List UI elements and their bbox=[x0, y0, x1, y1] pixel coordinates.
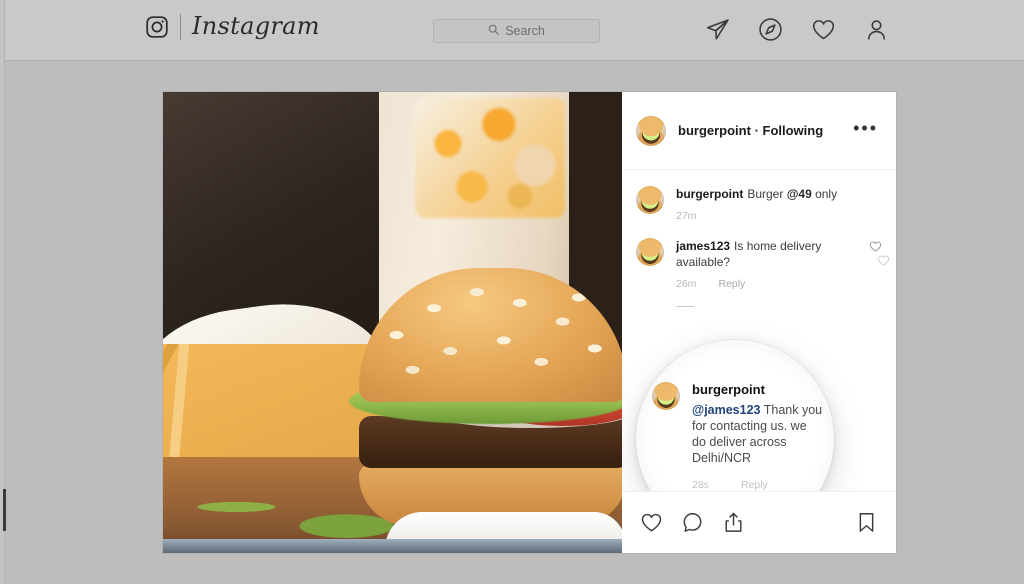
post-side-panel: burgerpoint · Following ••• burgerpoint B… bbox=[622, 92, 896, 553]
heart-icon[interactable] bbox=[877, 254, 890, 272]
magnifier-spotlight: burgerpoint @james123 Thank you for cont… bbox=[636, 340, 834, 491]
highlighted-reply-timestamp: 28s bbox=[692, 479, 709, 491]
profile-person-icon[interactable] bbox=[864, 17, 889, 42]
comment-username[interactable]: james123 bbox=[676, 239, 730, 253]
comment-bubble-icon[interactable] bbox=[681, 511, 704, 534]
comment-body: james123 Is home delivery available? 26m … bbox=[676, 238, 863, 290]
caption-text-after: only bbox=[811, 187, 838, 201]
following-label[interactable]: · Following bbox=[755, 123, 824, 138]
like-button[interactable] bbox=[640, 511, 663, 534]
comment-meta: 26m Reply bbox=[676, 278, 863, 290]
comment-text: james123 Is home delivery available? bbox=[676, 238, 863, 270]
caption-text-before: Burger bbox=[747, 187, 787, 201]
page-scrollbar-thumb[interactable] bbox=[3, 489, 6, 531]
search-icon bbox=[488, 22, 500, 40]
caption-text: burgerpoint Burger @49 only bbox=[676, 186, 882, 202]
caption-body: burgerpoint Burger @49 only 27m bbox=[676, 186, 882, 222]
instagram-page: Instagram Search burgerpoint · Following… bbox=[0, 0, 1024, 584]
brand-divider bbox=[180, 14, 181, 40]
post-action-bar bbox=[622, 491, 896, 553]
highlighted-reply-reply-button[interactable]: Reply bbox=[741, 479, 768, 491]
post-author-username[interactable]: burgerpoint bbox=[678, 123, 751, 138]
bookmark-icon[interactable] bbox=[855, 511, 878, 534]
thread-divider bbox=[676, 306, 694, 307]
post-image[interactable] bbox=[163, 92, 622, 553]
highlighted-reply: burgerpoint @james123 Thank you for cont… bbox=[652, 382, 824, 491]
avatar[interactable] bbox=[652, 382, 680, 410]
highlighted-reply-meta: 28s Reply bbox=[692, 479, 824, 491]
top-navigation-bar: Instagram Search bbox=[5, 0, 1024, 61]
activity-heart-icon[interactable] bbox=[811, 17, 836, 42]
nav-icon-group bbox=[705, 17, 889, 42]
caption-mention[interactable]: @49 bbox=[787, 187, 812, 201]
post-author-names: burgerpoint · Following bbox=[678, 123, 849, 138]
avatar[interactable] bbox=[636, 115, 666, 146]
caption-username[interactable]: burgerpoint bbox=[676, 187, 743, 201]
post-caption: burgerpoint Burger @49 only 27m bbox=[636, 186, 882, 222]
highlighted-reply-body: burgerpoint @james123 Thank you for cont… bbox=[692, 382, 824, 491]
explore-compass-icon[interactable] bbox=[758, 17, 783, 42]
instagram-camera-icon bbox=[145, 15, 169, 39]
post-options-button[interactable]: ••• bbox=[849, 119, 882, 139]
comment-reply-button[interactable]: Reply bbox=[718, 278, 745, 290]
photo-tray-edge bbox=[163, 539, 622, 553]
comments-list: burgerpoint Burger @49 only 27m james123 I… bbox=[622, 170, 896, 491]
instagram-wordmark: Instagram bbox=[192, 12, 320, 40]
list-item: james123 Is home delivery available? 26m … bbox=[636, 238, 882, 290]
highlighted-reply-mention[interactable]: @james123 bbox=[692, 403, 761, 417]
caption-meta: 27m bbox=[676, 210, 882, 222]
search-placeholder: Search bbox=[505, 24, 545, 38]
highlighted-reply-text: @james123 Thank you for contacting us. w… bbox=[692, 402, 824, 466]
highlighted-reply-username[interactable]: burgerpoint bbox=[692, 382, 824, 397]
search-input[interactable]: Search bbox=[433, 19, 600, 43]
direct-messages-icon[interactable] bbox=[705, 17, 730, 42]
avatar[interactable] bbox=[636, 186, 664, 214]
photo-cup-label bbox=[415, 98, 565, 218]
share-button[interactable] bbox=[722, 511, 745, 534]
post-card: burgerpoint · Following ••• burgerpoint B… bbox=[163, 92, 896, 553]
brand-logo[interactable]: Instagram bbox=[145, 14, 320, 40]
caption-timestamp: 27m bbox=[676, 210, 697, 222]
comment-timestamp: 26m bbox=[676, 278, 697, 290]
post-author-header: burgerpoint · Following ••• bbox=[622, 92, 896, 170]
avatar[interactable] bbox=[636, 238, 664, 266]
